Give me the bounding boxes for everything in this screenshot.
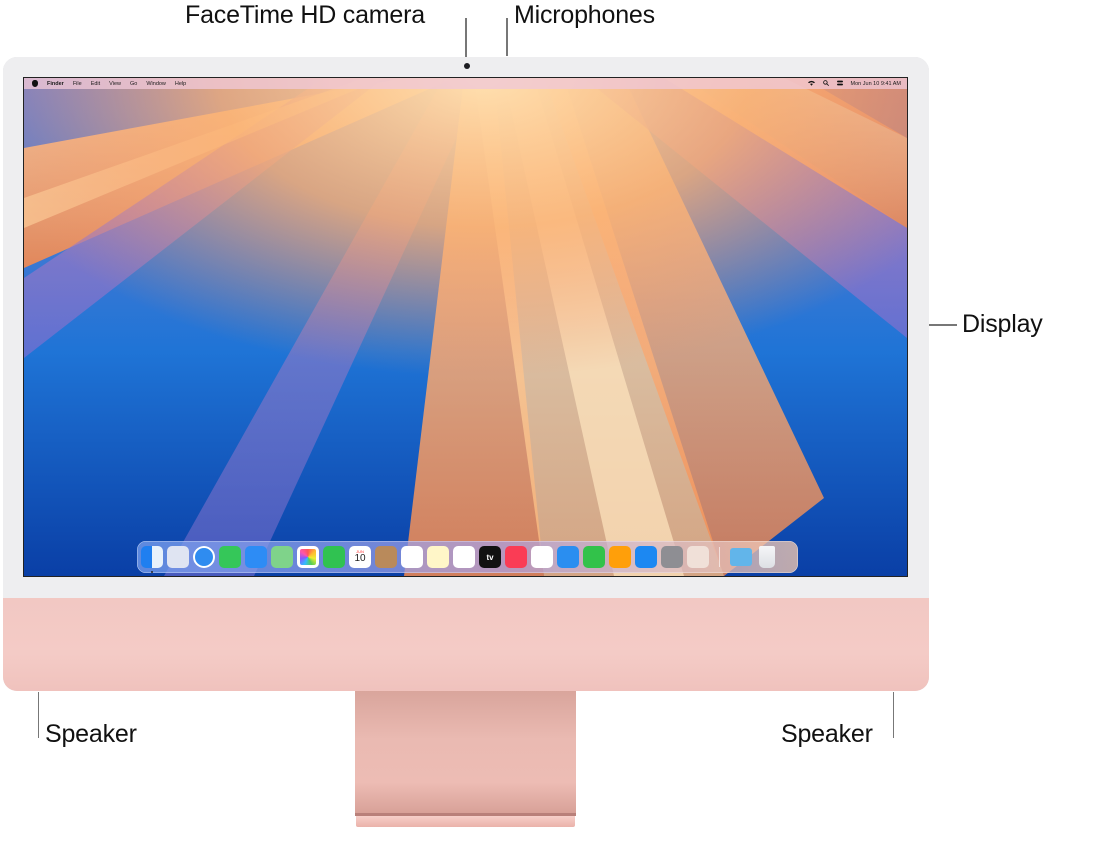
menu-window[interactable]: Window — [146, 81, 166, 87]
display-screen: Finder File Edit View Go Window Help Mon… — [24, 78, 907, 576]
photos-icon[interactable] — [297, 546, 319, 568]
trash-icon[interactable] — [759, 546, 775, 568]
finder-icon[interactable] — [141, 546, 163, 573]
iphone-mirroring-icon[interactable] — [687, 546, 709, 568]
numbers-icon[interactable] — [583, 546, 605, 568]
stand-foot — [356, 816, 575, 827]
control-center-icon[interactable] — [836, 80, 843, 88]
safari-icon[interactable] — [193, 546, 215, 568]
search-icon[interactable] — [822, 79, 829, 88]
music-icon[interactable] — [505, 546, 527, 568]
menubar-clock[interactable]: Mon Jun 10 9:41 AM — [851, 81, 901, 87]
speaker-right-leader-line — [893, 692, 894, 738]
menu-finder[interactable]: Finder — [47, 81, 64, 87]
calendar-day: 10 — [354, 553, 366, 564]
keynote-icon[interactable] — [557, 546, 579, 568]
apple-menu-icon[interactable] — [32, 80, 38, 87]
pages-icon[interactable] — [609, 546, 631, 568]
wifi-icon[interactable] — [807, 80, 815, 88]
tv-icon[interactable]: tv — [479, 546, 501, 568]
dock-separator — [719, 547, 720, 567]
reminders-icon[interactable] — [401, 546, 423, 568]
tv-label: tv — [486, 552, 494, 562]
notes-icon[interactable] — [427, 546, 449, 568]
calendar-icon[interactable]: JUN 10 — [349, 546, 371, 568]
wallpaper — [24, 78, 907, 576]
contacts-icon[interactable] — [375, 546, 397, 568]
menu-file[interactable]: File — [73, 81, 82, 87]
freeform-icon[interactable] — [453, 546, 475, 568]
speaker-left-callout-label: Speaker — [45, 720, 137, 748]
menu-help[interactable]: Help — [175, 81, 186, 87]
launchpad-icon[interactable] — [167, 546, 189, 568]
running-indicator — [151, 571, 153, 573]
app-store-icon[interactable] — [635, 546, 657, 568]
stand — [355, 691, 576, 835]
maps-icon[interactable] — [271, 546, 293, 568]
menu-edit[interactable]: Edit — [91, 81, 100, 87]
microphones-callout-label: Microphones — [514, 1, 655, 29]
speaker-right-callout-label: Speaker — [781, 720, 873, 748]
display-bezel: Finder File Edit View Go Window Help Mon… — [3, 57, 929, 598]
camera-callout-label: FaceTime HD camera — [185, 1, 425, 29]
news-icon[interactable] — [531, 546, 553, 568]
dock: JUN 10 tv — [137, 541, 798, 573]
menu-go[interactable]: Go — [130, 81, 137, 87]
camera-leader-line — [465, 18, 467, 59]
mail-icon[interactable] — [245, 546, 267, 568]
imac-body: Finder File Edit View Go Window Help Mon… — [3, 57, 929, 691]
menu-bar: Finder File Edit View Go Window Help Mon… — [24, 78, 907, 89]
downloads-folder-icon[interactable] — [730, 548, 752, 566]
speaker-left-leader-line — [38, 692, 39, 738]
chin-speakers — [3, 598, 929, 691]
facetime-icon[interactable] — [323, 546, 345, 568]
display-callout-label: Display — [962, 310, 1043, 338]
system-settings-icon[interactable] — [661, 546, 683, 568]
microphones-leader-line — [506, 18, 508, 56]
facetime-camera — [464, 63, 470, 69]
messages-icon[interactable] — [219, 546, 241, 568]
stand-neck — [355, 691, 576, 813]
menu-view[interactable]: View — [109, 81, 121, 87]
